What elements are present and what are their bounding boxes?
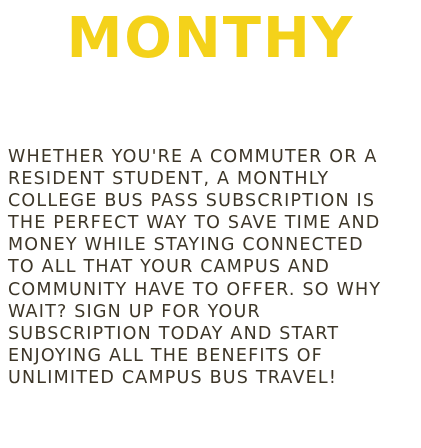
page-title: MONTHY: [66, 6, 355, 71]
description-line: COLLEGE BUS PASS SUBSCRIPTION IS: [8, 191, 376, 212]
description-line: UNLIMITED CAMPUS BUS TRAVEL!: [8, 367, 338, 388]
description-line: SUBSCRIPTION TODAY AND START: [8, 323, 340, 344]
description-line: WHETHER YOU'RE A COMMUTER OR A: [8, 147, 378, 167]
description-line: TO ALL THAT YOUR CAMPUS AND: [8, 257, 331, 278]
description-line: MONEY WHILE STAYING CONNECTED: [8, 235, 364, 256]
description-line: RESIDENT STUDENT, A MONTHLY: [8, 169, 330, 190]
description-line: ENJOYING ALL THE BENEFITS OF: [8, 345, 323, 366]
description-text: WHETHER YOU'RE A COMMUTER OR A RESIDENT …: [8, 146, 418, 389]
description-line: COMMUNITY HAVE TO OFFER. SO WHY: [8, 279, 382, 300]
description-line: THE PERFECT WAY TO SAVE TIME AND: [8, 213, 381, 234]
description-line: WAIT? SIGN UP FOR YOUR: [8, 301, 261, 322]
